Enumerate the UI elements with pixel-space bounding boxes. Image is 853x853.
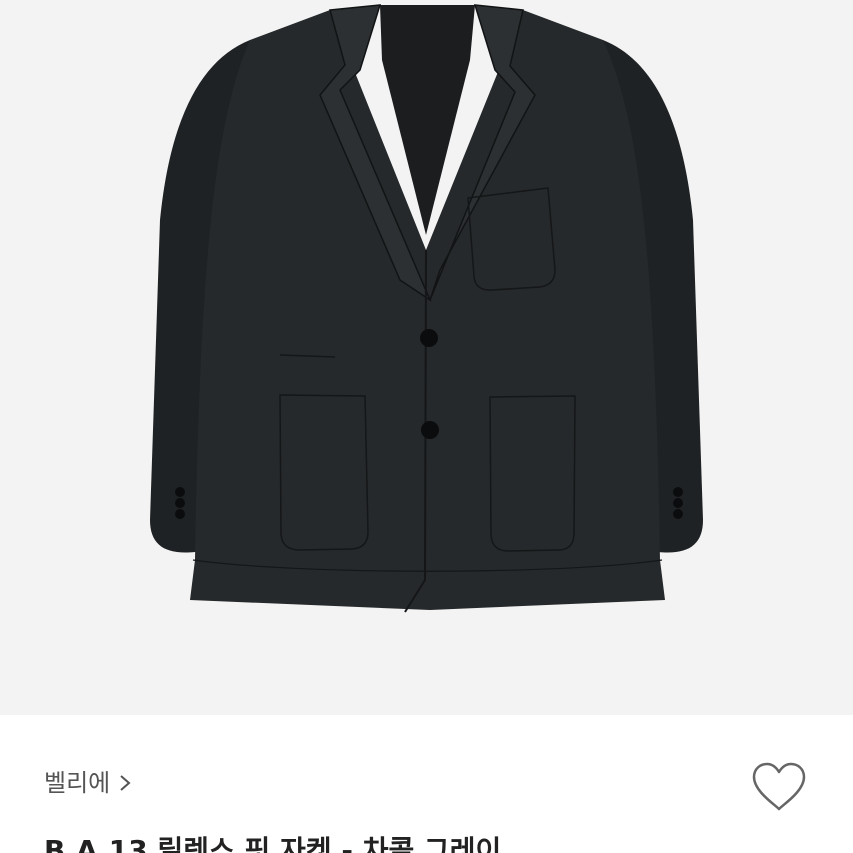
product-image[interactable] [0, 0, 853, 715]
jacket-illustration [0, 0, 853, 715]
heart-outline-icon [752, 762, 806, 811]
product-detail-page: 벨리에 B.A.13 릴렉스 핏 자켓 - 차콜 그레이 [0, 0, 853, 853]
wishlist-button[interactable] [750, 761, 808, 813]
brand-name: 벨리에 [44, 769, 111, 797]
product-title: B.A.13 릴렉스 핏 자켓 - 차콜 그레이 [44, 834, 502, 853]
chevron-right-icon [120, 775, 131, 791]
product-info: 벨리에 B.A.13 릴렉스 핏 자켓 - 차콜 그레이 [0, 715, 853, 853]
brand-link[interactable]: 벨리에 [44, 767, 132, 799]
